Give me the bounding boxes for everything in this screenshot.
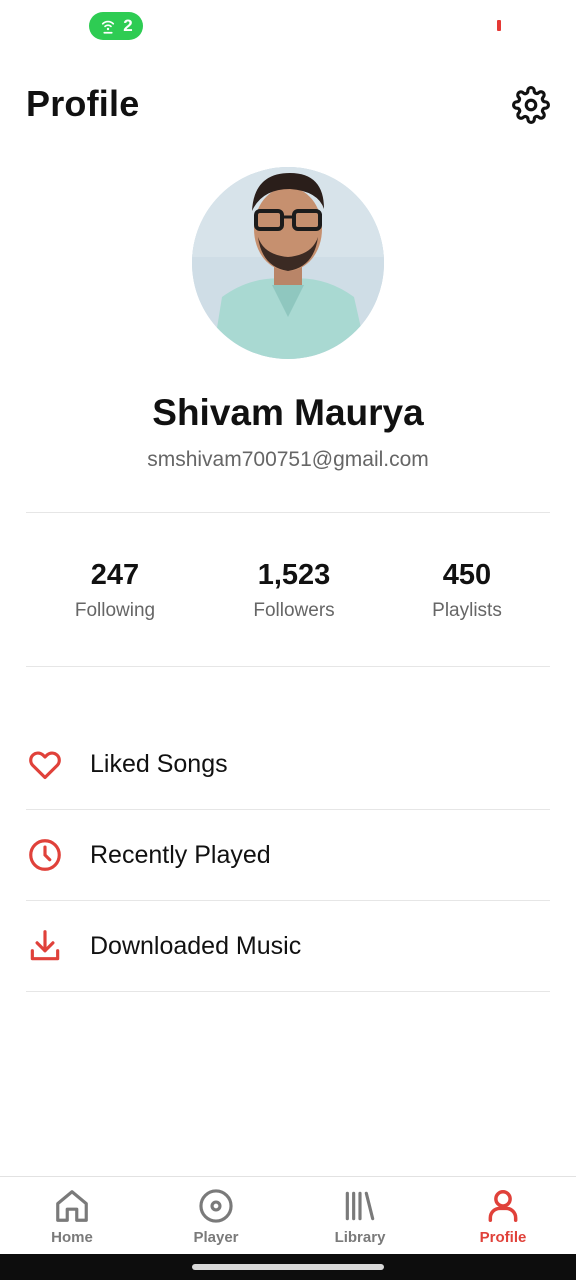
person-icon bbox=[488, 1190, 518, 1222]
recording-indicator bbox=[497, 20, 501, 31]
hotspot-count: 2 bbox=[123, 16, 133, 35]
nav-home[interactable]: Home bbox=[22, 1187, 122, 1253]
menu-item-label: Downloaded Music bbox=[90, 931, 302, 960]
home-indicator[interactable] bbox=[192, 1264, 384, 1270]
status-bar: 2 bbox=[0, 0, 576, 52]
stat-followers[interactable]: 1,523 Followers bbox=[214, 556, 374, 624]
page-title: Profile bbox=[26, 83, 140, 124]
stat-playlists[interactable]: 450 Playlists bbox=[387, 556, 547, 624]
avatar-photo bbox=[192, 167, 384, 359]
hotspot-icon bbox=[102, 20, 115, 34]
stat-value: 450 bbox=[442, 559, 492, 591]
nav-label: Player bbox=[193, 1229, 239, 1246]
nav-profile[interactable]: Profile bbox=[453, 1187, 553, 1253]
menu-item-downloaded-music[interactable]: Downloaded Music bbox=[26, 901, 550, 992]
avatar[interactable] bbox=[192, 167, 384, 359]
profile-screen: 2 Profile Shivam Maurya smshivam700751@g… bbox=[0, 0, 576, 1280]
stat-following[interactable]: 247 Following bbox=[35, 556, 195, 624]
system-navigation-bar bbox=[0, 1254, 576, 1280]
nav-label: Home bbox=[51, 1229, 93, 1246]
stat-value: 247 bbox=[90, 559, 140, 591]
user-email: smshivam700751@gmail.com bbox=[147, 448, 429, 471]
home-icon bbox=[56, 1190, 88, 1222]
menu-item-recently-played[interactable]: Recently Played bbox=[26, 810, 550, 901]
stat-value: 1,523 bbox=[257, 559, 331, 591]
nav-label: Library bbox=[334, 1229, 386, 1246]
menu-item-label: Recently Played bbox=[90, 840, 271, 869]
nav-player[interactable]: Player bbox=[166, 1187, 266, 1253]
nav-label: Profile bbox=[479, 1229, 527, 1246]
bottom-navigation: Home Player Library Profile bbox=[0, 1176, 576, 1255]
clock-icon bbox=[26, 836, 64, 874]
divider bbox=[26, 512, 550, 513]
heart-icon bbox=[26, 745, 64, 783]
stat-label: Playlists bbox=[432, 600, 502, 621]
gear-icon bbox=[512, 86, 550, 124]
stat-label: Following bbox=[74, 600, 156, 621]
menu-item-liked-songs[interactable]: Liked Songs bbox=[26, 719, 550, 810]
nav-library[interactable]: Library bbox=[310, 1187, 410, 1253]
library-icon bbox=[345, 1191, 375, 1221]
settings-button[interactable] bbox=[510, 84, 552, 126]
hotspot-indicator: 2 bbox=[89, 12, 143, 40]
disc-icon bbox=[199, 1189, 233, 1223]
menu-item-label: Liked Songs bbox=[90, 749, 228, 778]
stat-label: Followers bbox=[253, 600, 335, 621]
user-name: Shivam Maurya bbox=[152, 392, 424, 433]
download-icon bbox=[26, 927, 64, 965]
divider bbox=[26, 666, 550, 667]
